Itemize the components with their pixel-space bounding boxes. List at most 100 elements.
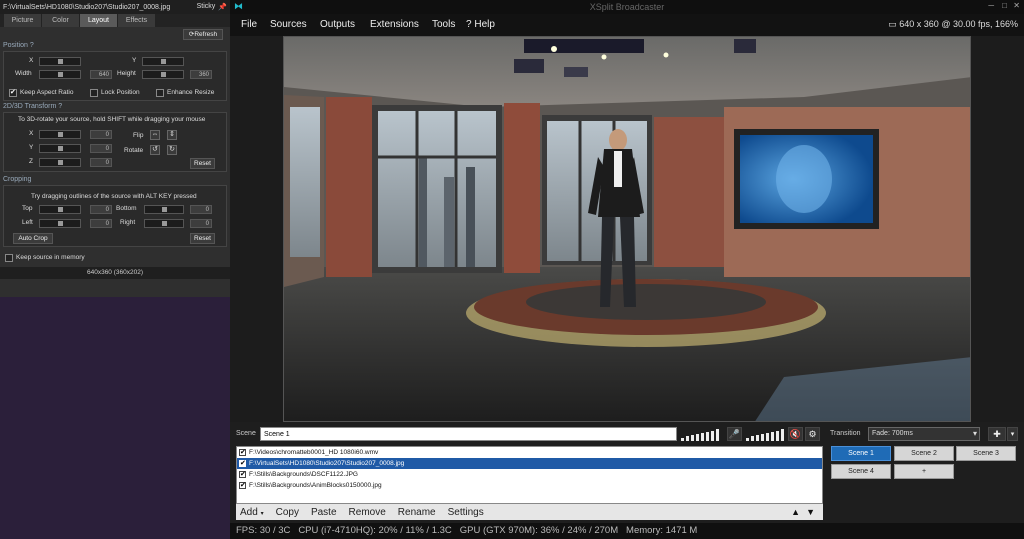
stream-preview[interactable]	[283, 36, 971, 422]
crop-left-label: Left	[22, 219, 33, 226]
tab-color[interactable]: Color	[42, 14, 79, 27]
paste-button[interactable]: Paste	[311, 507, 337, 518]
scene-4-button[interactable]: Scene 4	[831, 464, 891, 479]
rot-z-field[interactable]: 0	[90, 158, 112, 167]
rename-button[interactable]: Rename	[398, 507, 436, 518]
rotate-left-icon[interactable]: ↺	[150, 145, 160, 155]
microphone-icon[interactable]: 🎤	[727, 427, 742, 441]
resolution-readout[interactable]: ▭ 640 x 360 @ 30.00 fps, 166%	[888, 19, 1018, 30]
pos-y-label: Y	[132, 57, 137, 64]
tab-effects[interactable]: Effects	[118, 14, 155, 27]
settings-button[interactable]: Settings	[448, 507, 484, 518]
menu-sources[interactable]: Sources	[270, 19, 307, 30]
minimize-icon[interactable]: ─	[988, 1, 994, 10]
enhance-resize-checkbox[interactable]	[156, 89, 164, 97]
flip-vertical-icon[interactable]: ⇕	[167, 130, 177, 140]
pos-y-slider[interactable]	[142, 57, 184, 66]
keep-aspect-label: Keep Aspect Ratio	[20, 89, 74, 96]
flip-horizontal-icon[interactable]: ⇔	[150, 130, 160, 140]
crop-right-slider[interactable]	[144, 219, 184, 228]
properties-panel-area: F:\VirtualSets\HD1080\Studio207\Studio20…	[0, 0, 230, 539]
source-visible-checkbox[interactable]	[239, 447, 246, 458]
gpu-readout: GPU (GTX 970M): 36% / 24% / 270M	[459, 525, 619, 536]
crop-left-field[interactable]: 0	[90, 219, 112, 228]
rot-x-slider[interactable]	[39, 130, 81, 139]
rot-z-slider[interactable]	[39, 158, 81, 167]
crop-bottom-slider[interactable]	[144, 205, 184, 214]
crop-top-slider[interactable]	[39, 205, 81, 214]
source-visible-checkbox[interactable]	[239, 458, 246, 469]
pos-x-slider[interactable]	[39, 57, 81, 66]
auto-crop-button[interactable]: Auto Crop	[13, 233, 53, 244]
scene-3-button[interactable]: Scene 3	[956, 446, 1016, 461]
scene-1-button[interactable]: Scene 1	[831, 446, 891, 461]
menu-file[interactable]: File	[241, 19, 257, 30]
rot-z-label: Z	[29, 158, 33, 165]
height-slider[interactable]	[142, 70, 184, 79]
source-visible-checkbox[interactable]	[239, 480, 246, 491]
mic-volume-meter[interactable]	[746, 427, 788, 441]
height-field[interactable]: 360	[190, 70, 212, 79]
keep-aspect-checkbox[interactable]	[9, 88, 17, 97]
rot-y-slider[interactable]	[39, 144, 81, 153]
crop-right-field[interactable]: 0	[190, 219, 212, 228]
list-item[interactable]: F:\Stills\Backgrounds\AnimBlocks0150000.…	[237, 480, 822, 491]
remove-button[interactable]: Remove	[349, 507, 386, 518]
width-slider[interactable]	[39, 70, 81, 79]
sticky-label: Sticky	[196, 3, 216, 10]
maximize-icon[interactable]: □	[1002, 1, 1007, 10]
source-path: F:\Videos\chromatteb0001_HD 1080i60.wmv	[249, 449, 379, 456]
help-icon[interactable]: ?	[58, 103, 62, 110]
close-icon[interactable]: ✕	[1013, 1, 1020, 10]
list-item[interactable]: F:\Stills\Backgrounds\DSCF1122.JPG	[237, 469, 822, 480]
pin-icon[interactable]: 📌	[218, 3, 227, 11]
lock-position-checkbox[interactable]	[90, 89, 98, 97]
source-visible-checkbox[interactable]	[239, 469, 246, 480]
panel-titlebar: F:\VirtualSets\HD1080\Studio207\Studio20…	[0, 0, 230, 14]
rot-y-label: Y	[29, 144, 34, 151]
transition-add-icon[interactable]: ✚	[988, 427, 1006, 441]
crop-reset-button[interactable]: Reset	[190, 233, 215, 244]
properties-tabs: Picture Color Layout Effects	[0, 14, 230, 27]
menu-extensions[interactable]: Extensions	[370, 19, 419, 30]
tab-layout[interactable]: Layout	[80, 14, 117, 27]
rot-x-field[interactable]: 0	[90, 130, 112, 139]
memory-readout: Memory: 1471 M	[626, 525, 698, 536]
rot-y-field[interactable]: 0	[90, 144, 112, 153]
transform-reset-button[interactable]: Reset	[190, 158, 215, 169]
move-up-icon[interactable]: ▲	[791, 507, 800, 517]
crop-top-field[interactable]: 0	[90, 205, 112, 214]
cropping-hint: Try dragging outlines of the source with…	[31, 193, 197, 200]
refresh-button[interactable]: ⟳Refresh	[183, 29, 223, 40]
width-field[interactable]: 640	[90, 70, 112, 79]
crop-bottom-field[interactable]: 0	[190, 205, 212, 214]
rotate-right-icon[interactable]: ↻	[167, 145, 177, 155]
move-down-icon[interactable]: ▼	[806, 507, 815, 517]
mute-icon[interactable]: 🔇	[788, 427, 803, 441]
position-section-header: Position ?	[0, 40, 230, 51]
help-icon[interactable]: ?	[30, 42, 34, 49]
scene-name-input[interactable]: Scene 1	[260, 427, 677, 441]
transition-select[interactable]: Fade: 700ms	[868, 427, 980, 441]
transform-box: To 3D-rotate your source, hold SHIFT whi…	[3, 112, 227, 172]
add-button[interactable]: Add ▾	[240, 507, 264, 518]
menu-outputs[interactable]: Outputs	[320, 19, 355, 30]
scene-2-button[interactable]: Scene 2	[894, 446, 954, 461]
sources-list: F:\Videos\chromatteb0001_HD 1080i60.wmv …	[236, 446, 823, 504]
menu-tools[interactable]: Tools	[432, 19, 455, 30]
speaker-volume-meter[interactable]	[681, 427, 723, 441]
list-item[interactable]: F:\Videos\chromatteb0001_HD 1080i60.wmv	[237, 447, 822, 458]
add-scene-button[interactable]: +	[894, 464, 954, 479]
copy-button[interactable]: Copy	[276, 507, 299, 518]
audio-settings-gear-icon[interactable]: ⚙	[805, 427, 820, 441]
menu-help[interactable]: ? Help	[466, 19, 495, 30]
tab-picture[interactable]: Picture	[4, 14, 41, 27]
status-bar: FPS: 30 / 3C CPU (i7-4710HQ): 20% / 11% …	[230, 523, 1024, 539]
position-box: X Y Width 640 Height 360 Keep Aspect Rat…	[3, 51, 227, 101]
list-item[interactable]: F:\VirtualSets\HD1080\Studio207\Studio20…	[237, 458, 822, 469]
transition-menu-icon[interactable]: ▾	[1007, 427, 1018, 441]
menu-bar: File Sources Outputs Extensions Tools ? …	[230, 14, 1024, 36]
crop-left-slider[interactable]	[39, 219, 81, 228]
keep-memory-checkbox[interactable]	[5, 254, 13, 262]
pos-x-label: X	[29, 57, 34, 64]
